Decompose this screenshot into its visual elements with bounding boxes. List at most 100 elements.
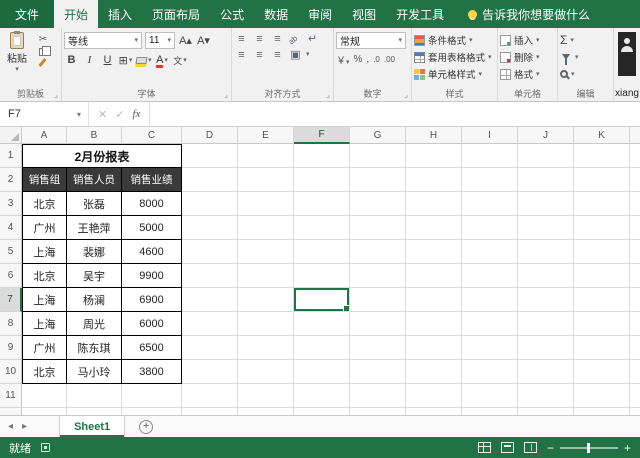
- cell-E10[interactable]: [238, 360, 294, 384]
- account-avatar-icon[interactable]: [618, 32, 636, 76]
- view-page-layout-button[interactable]: [501, 442, 514, 453]
- cell-B6[interactable]: 吴宇: [67, 264, 122, 288]
- cell-B7[interactable]: 杨澜: [67, 288, 122, 312]
- cell-C7[interactable]: 6900: [122, 288, 182, 312]
- cell-A8[interactable]: 上海: [22, 312, 67, 336]
- underline-button[interactable]: U: [100, 52, 115, 68]
- cell-J8[interactable]: [518, 312, 574, 336]
- cell-D8[interactable]: [182, 312, 238, 336]
- cell-A3[interactable]: 北京: [22, 192, 67, 216]
- cell-A9[interactable]: 广州: [22, 336, 67, 360]
- row-header-3[interactable]: 3: [0, 192, 22, 216]
- alignment-dialog-launcher-icon[interactable]: ⌟: [326, 90, 330, 99]
- fill-color-button[interactable]: ▾: [136, 52, 152, 68]
- autosum-button[interactable]: Σ ▾: [560, 32, 611, 48]
- cell-F11[interactable]: [294, 384, 350, 408]
- cell-C6[interactable]: 9900: [122, 264, 182, 288]
- decrease-decimal-button[interactable]: .00: [384, 55, 395, 64]
- cell-A6[interactable]: 北京: [22, 264, 67, 288]
- cell-D3[interactable]: [182, 192, 238, 216]
- insert-function-button[interactable]: fx: [132, 108, 140, 120]
- cell-C2[interactable]: 销售业绩: [122, 168, 182, 192]
- cell-B10[interactable]: 马小玲: [67, 360, 122, 384]
- cell-K2[interactable]: [574, 168, 630, 192]
- column-header-H[interactable]: H: [406, 127, 462, 144]
- cell-H10[interactable]: [406, 360, 462, 384]
- row-header-9[interactable]: 9: [0, 336, 22, 360]
- cell-D10[interactable]: [182, 360, 238, 384]
- cell-J12[interactable]: [518, 408, 574, 415]
- column-header-B[interactable]: B: [67, 127, 122, 144]
- format-as-table-button[interactable]: 套用表格格式 ▾: [414, 49, 495, 65]
- cell-A11[interactable]: [22, 384, 67, 408]
- name-box-dropdown[interactable]: ▾: [70, 102, 88, 126]
- cell-styles-button[interactable]: 单元格样式 ▾: [414, 66, 495, 82]
- cell-G11[interactable]: [350, 384, 406, 408]
- cell-K11[interactable]: [574, 384, 630, 408]
- cell-C11[interactable]: [122, 384, 182, 408]
- cell-H5[interactable]: [406, 240, 462, 264]
- sheet-nav-left-icon[interactable]: ◂: [8, 421, 13, 432]
- bold-button[interactable]: B: [64, 52, 79, 68]
- cancel-entry-button[interactable]: ✕: [98, 108, 107, 121]
- cell-I1[interactable]: [462, 144, 518, 168]
- cell-F1[interactable]: [294, 144, 350, 168]
- phonetic-guide-button[interactable]: 文 ▾: [173, 52, 188, 68]
- cell-C4[interactable]: 5000: [122, 216, 182, 240]
- tell-me[interactable]: 告诉我你想要做什么: [468, 0, 590, 28]
- cell-D9[interactable]: [182, 336, 238, 360]
- cell-J4[interactable]: [518, 216, 574, 240]
- cell-L1[interactable]: [630, 144, 640, 168]
- ribbon-tab-data[interactable]: 数据: [254, 0, 298, 28]
- zoom-slider[interactable]: [560, 447, 618, 449]
- borders-button[interactable]: ⊞ ▾: [118, 52, 133, 68]
- cell-F7[interactable]: [294, 288, 350, 312]
- cell-B4[interactable]: 王艳萍: [67, 216, 122, 240]
- cell-E6[interactable]: [238, 264, 294, 288]
- cell-K4[interactable]: [574, 216, 630, 240]
- row-header-6[interactable]: 6: [0, 264, 22, 288]
- number-dialog-launcher-icon[interactable]: ⌟: [404, 90, 408, 99]
- ribbon-tab-developer[interactable]: 开发工具: [386, 0, 454, 28]
- cell-J2[interactable]: [518, 168, 574, 192]
- cell-A10[interactable]: 北京: [22, 360, 67, 384]
- cell-F3[interactable]: [294, 192, 350, 216]
- cell-L8[interactable]: [630, 312, 640, 336]
- increase-decimal-button[interactable]: .0: [373, 55, 380, 64]
- cell-F9[interactable]: [294, 336, 350, 360]
- align-top-button[interactable]: ≡: [234, 33, 249, 45]
- ribbon-tab-home[interactable]: 开始: [54, 0, 98, 28]
- cell-I11[interactable]: [462, 384, 518, 408]
- cell-G12[interactable]: [350, 408, 406, 415]
- find-select-button[interactable]: ▾: [560, 66, 611, 82]
- cell-E2[interactable]: [238, 168, 294, 192]
- cell-K9[interactable]: [574, 336, 630, 360]
- format-painter-button[interactable]: [38, 58, 46, 67]
- zoom-in-button[interactable]: +: [624, 442, 631, 454]
- cell-H9[interactable]: [406, 336, 462, 360]
- cell-D5[interactable]: [182, 240, 238, 264]
- merge-center-button[interactable]: ▣: [288, 48, 303, 61]
- cell-A1[interactable]: 2月份报表: [22, 144, 182, 168]
- macro-record-button[interactable]: [41, 443, 50, 452]
- row-header-2[interactable]: 2: [0, 168, 22, 192]
- italic-button[interactable]: I: [82, 52, 97, 68]
- cell-B9[interactable]: 陈东琪: [67, 336, 122, 360]
- insert-cells-button[interactable]: 插入 ▾: [500, 32, 555, 48]
- row-header-8[interactable]: 8: [0, 312, 22, 336]
- cell-J10[interactable]: [518, 360, 574, 384]
- cell-B8[interactable]: 周光: [67, 312, 122, 336]
- row-header-11[interactable]: 11: [0, 384, 22, 408]
- paste-button[interactable]: 粘贴 ▾: [2, 32, 32, 73]
- cell-I8[interactable]: [462, 312, 518, 336]
- cell-J7[interactable]: [518, 288, 574, 312]
- cell-C9[interactable]: 6500: [122, 336, 182, 360]
- cell-F4[interactable]: [294, 216, 350, 240]
- cell-L6[interactable]: [630, 264, 640, 288]
- cell-K6[interactable]: [574, 264, 630, 288]
- cell-F10[interactable]: [294, 360, 350, 384]
- cell-H6[interactable]: [406, 264, 462, 288]
- cell-I4[interactable]: [462, 216, 518, 240]
- row-header-1[interactable]: 1: [0, 144, 22, 168]
- cell-E7[interactable]: [238, 288, 294, 312]
